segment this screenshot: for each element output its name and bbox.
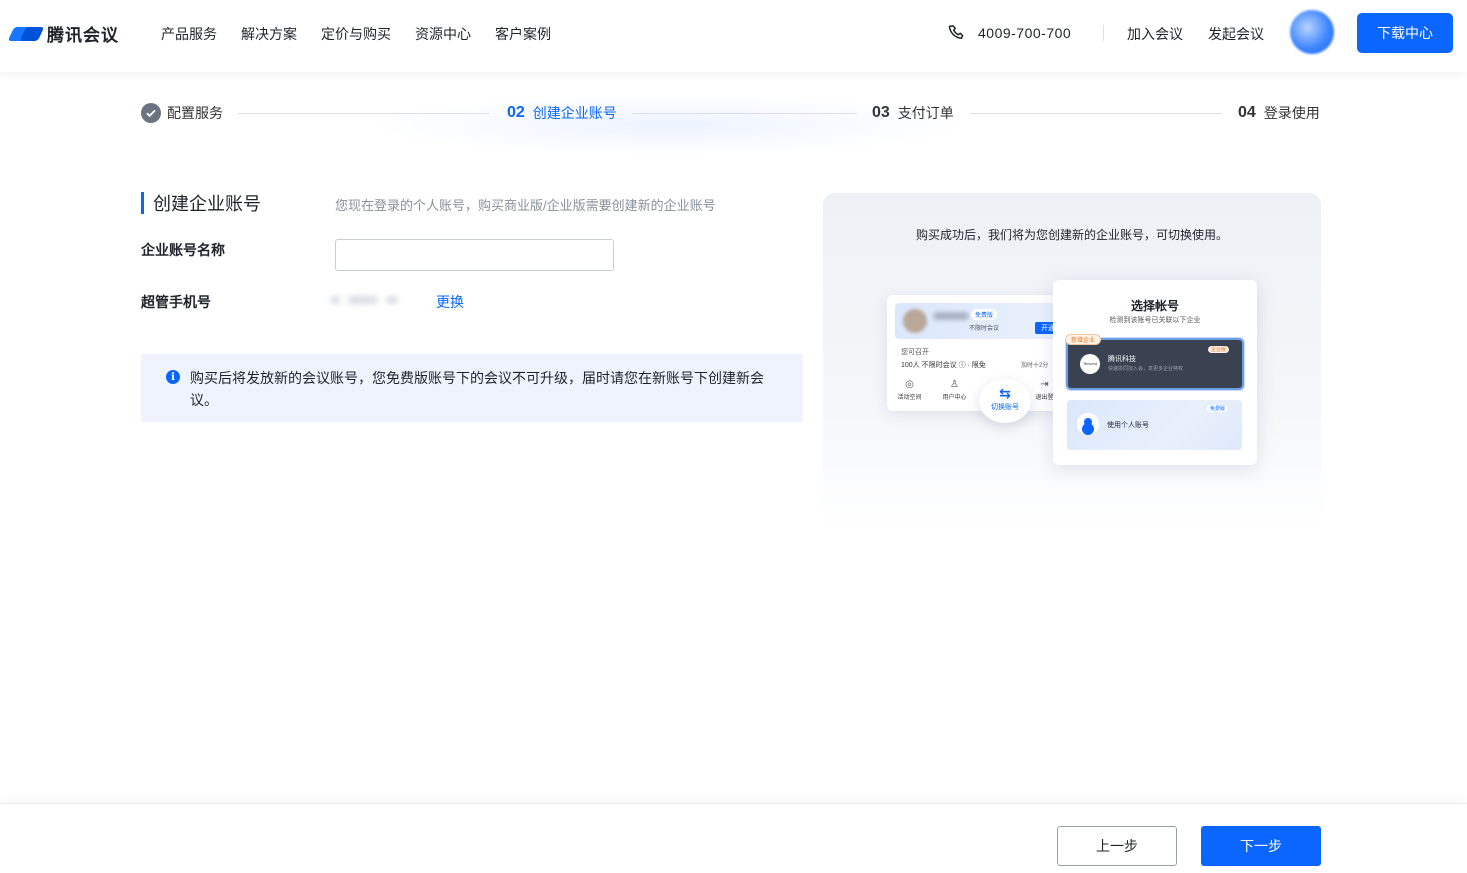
admin-phone-label: 超管手机号: [141, 294, 211, 310]
account-name-input[interactable]: [335, 239, 614, 271]
masked-phone-number: [330, 291, 425, 309]
nav-item-products[interactable]: 产品服务: [161, 24, 217, 44]
swap-arrows-icon: ⇆: [999, 385, 1011, 401]
nav-item-cases[interactable]: 客户案例: [495, 24, 551, 44]
main-nav: 产品服务 解决方案 定价与购买 资源中心 客户案例: [161, 24, 575, 44]
nav-item-resources[interactable]: 资源中心: [415, 24, 471, 44]
hotline-number: 4009-700-700: [978, 25, 1072, 41]
enterprise-account-option: Tencent 腾讯科技 快速协同加入会，享更多企业特权 企业版: [1066, 338, 1244, 390]
step-label: 配置服务: [167, 105, 223, 121]
tencent-meeting-logo-icon: [7, 23, 45, 45]
illustration-panel: 购买成功后，我们将为您创建新的企业账号，可切换使用。 免费版 不限时会议 开通 …: [823, 193, 1321, 533]
step-create-account: 02 创建企业账号: [507, 100, 617, 126]
personal-account-option: 使用个人账号 免费版: [1067, 400, 1242, 450]
select-account-subtitle: 检测到该账号已关联以下企业: [1109, 317, 1201, 324]
activity-space-item: ◎ 活动空间: [887, 379, 932, 401]
card-subtitle: 您可召开: [901, 349, 929, 356]
notice-banner: i 购买后将发放新的会议账号，您免费版账号下的会议不可升级，届时请您在新账号下创…: [141, 354, 803, 422]
compass-icon: ◎: [905, 379, 914, 390]
step-label: 登录使用: [1263, 105, 1320, 121]
info-icon: i: [166, 370, 180, 384]
nav-item-pricing[interactable]: 定价与购买: [321, 24, 391, 44]
step-label: 支付订单: [897, 105, 954, 121]
nav-item-solutions[interactable]: 解决方案: [241, 24, 297, 44]
meeting-label: 不限时会议: [969, 326, 1000, 332]
masked-name: [933, 312, 969, 320]
step-connector: [238, 113, 489, 114]
step-number: 02: [507, 104, 525, 121]
personal-account-label: 使用个人账号: [1107, 422, 1149, 429]
card-benefit-extra: 加时十2分: [1021, 363, 1049, 369]
brand-logo[interactable]: 腾讯会议: [7, 21, 119, 46]
header-divider: [1103, 25, 1104, 41]
user-avatar[interactable]: [1290, 10, 1334, 54]
step-label: 创建企业账号: [532, 105, 617, 121]
enterprise-logo: Tencent: [1080, 354, 1100, 374]
step-connector: [632, 113, 857, 114]
enterprise-desc: 快速协同加入会，享更多企业特权: [1108, 366, 1184, 372]
step-number: 04: [1238, 104, 1256, 121]
select-account-card-illustration: 选择帐号 检测到该账号已关联以下企业 Tencent 腾讯科技 快速协同加入会，…: [1053, 280, 1257, 465]
hotline: 4009-700-700: [948, 24, 1071, 42]
download-center-button[interactable]: 下载中心: [1357, 13, 1453, 53]
previous-step-button[interactable]: 上一步: [1057, 826, 1177, 866]
change-phone-link[interactable]: 更换: [436, 292, 464, 312]
start-meeting-link[interactable]: 发起会议: [1208, 24, 1264, 44]
free-badge: 免费版: [971, 309, 998, 320]
phone-icon: [948, 25, 964, 39]
step-login: 04 登录使用: [1238, 100, 1320, 126]
footer-bar: 上一步 下一步: [0, 803, 1467, 873]
select-account-title: 选择帐号: [1130, 299, 1179, 313]
step-configure: 配置服务: [141, 100, 223, 126]
switch-account-label: 切换账号: [991, 404, 1019, 411]
brand-name: 腾讯会议: [47, 26, 119, 45]
illustration-caption: 购买成功后，我们将为您创建新的企业账号，可切换使用。: [915, 228, 1228, 242]
join-meeting-link[interactable]: 加入会议: [1127, 24, 1183, 44]
section-title: 创建企业账号: [141, 192, 261, 214]
step-connector: [970, 113, 1222, 114]
step-pay-order: 03 支付订单: [872, 100, 954, 126]
user-center-item: ♙ 用户中心: [932, 379, 977, 401]
enterprise-name: 腾讯科技: [1108, 356, 1136, 363]
section-description: 您现在登录的个人账号，购买商业版/企业版需要创建新的企业账号: [335, 198, 716, 213]
notice-text: 购买后将发放新的会议账号，您免费版账号下的会议不可升级，届时请您在新账号下创建新…: [190, 370, 764, 408]
switch-account-bubble: ⇆ 切换账号: [979, 379, 1031, 423]
enterprise-tag: 企业版: [1208, 346, 1230, 353]
account-name-label: 企业账号名称: [141, 242, 225, 258]
next-step-button[interactable]: 下一步: [1201, 826, 1321, 866]
person-icon: [1077, 413, 1099, 435]
user-icon: ♙: [950, 379, 959, 390]
new-enterprise-tag: 新增企业: [1065, 334, 1102, 345]
card-benefit-row: 100人 不限时会议 ⓘ · 限免: [901, 362, 986, 369]
account-card-illustration: 免费版 不限时会议 开通 您可召开 100人 不限时会议 ⓘ · 限免 加时十2…: [887, 295, 1067, 411]
personal-tag: 免费版: [1207, 405, 1229, 412]
top-header: 腾讯会议 产品服务 解决方案 定价与购买 资源中心 客户案例 4009-700-…: [0, 0, 1467, 72]
progress-steps: 配置服务 02 创建企业账号 03 支付订单 04 登录使用: [141, 100, 1321, 128]
avatar: [903, 309, 927, 333]
account-summary: 免费版 不限时会议 开通: [895, 303, 1065, 339]
step-number: 03: [872, 104, 890, 121]
check-circle-icon: [141, 103, 161, 123]
card-icon-row: ◎ 活动空间 ♙ 用户中心 ⇥ 退出登: [887, 379, 1067, 401]
